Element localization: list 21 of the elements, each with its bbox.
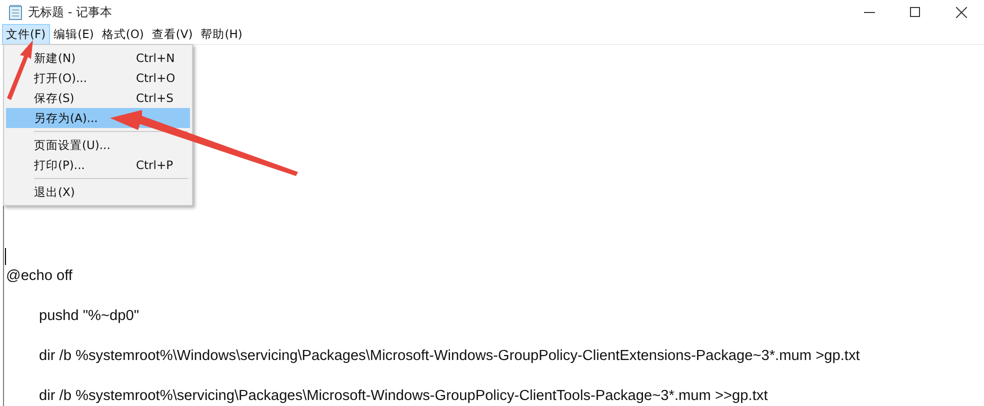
text-line: dir /b %systemroot%\Windows\servicing\Packages\Microsoft-Windows-GroupPolicy-ClientExtensions-Package~3*.mum >gp.txt [39,348,860,364]
menu-option[interactable]: 打开(O)... Ctrl+O [6,68,190,88]
menu-option[interactable]: 退出(X) [6,182,190,202]
menu-option[interactable]: 新建(N) Ctrl+N [6,48,190,68]
text-line: dir /b %systemroot%\servicing\Packages\Microsoft-Windows-GroupPolicy-ClientTools-Package~3*.mum >>gp.txt [39,388,768,404]
menu-item[interactable]: 文件(F) [2,24,50,44]
text-line: @echo off [6,268,72,284]
maximize-icon [910,7,920,17]
text-line: pushd "%~dp0" [39,308,140,324]
text-cursor [5,248,6,264]
menu-option[interactable]: 打印(P)... Ctrl+P [6,155,190,175]
menu-option[interactable]: 保存(S) Ctrl+S [6,88,190,108]
window-title: 无标题 - 记事本 [28,4,112,20]
menu-item[interactable]: 格式(O) [98,24,148,44]
menu-item[interactable]: 编辑(E) [50,24,98,44]
menu-item[interactable]: 查看(V) [148,24,197,44]
menu-option[interactable]: 页面设置(U)... [6,135,190,155]
notepad-icon [9,4,22,20]
menu-item[interactable]: 帮助(H) [196,24,246,44]
annotation-arrow [7,40,33,100]
close-icon [956,6,966,18]
